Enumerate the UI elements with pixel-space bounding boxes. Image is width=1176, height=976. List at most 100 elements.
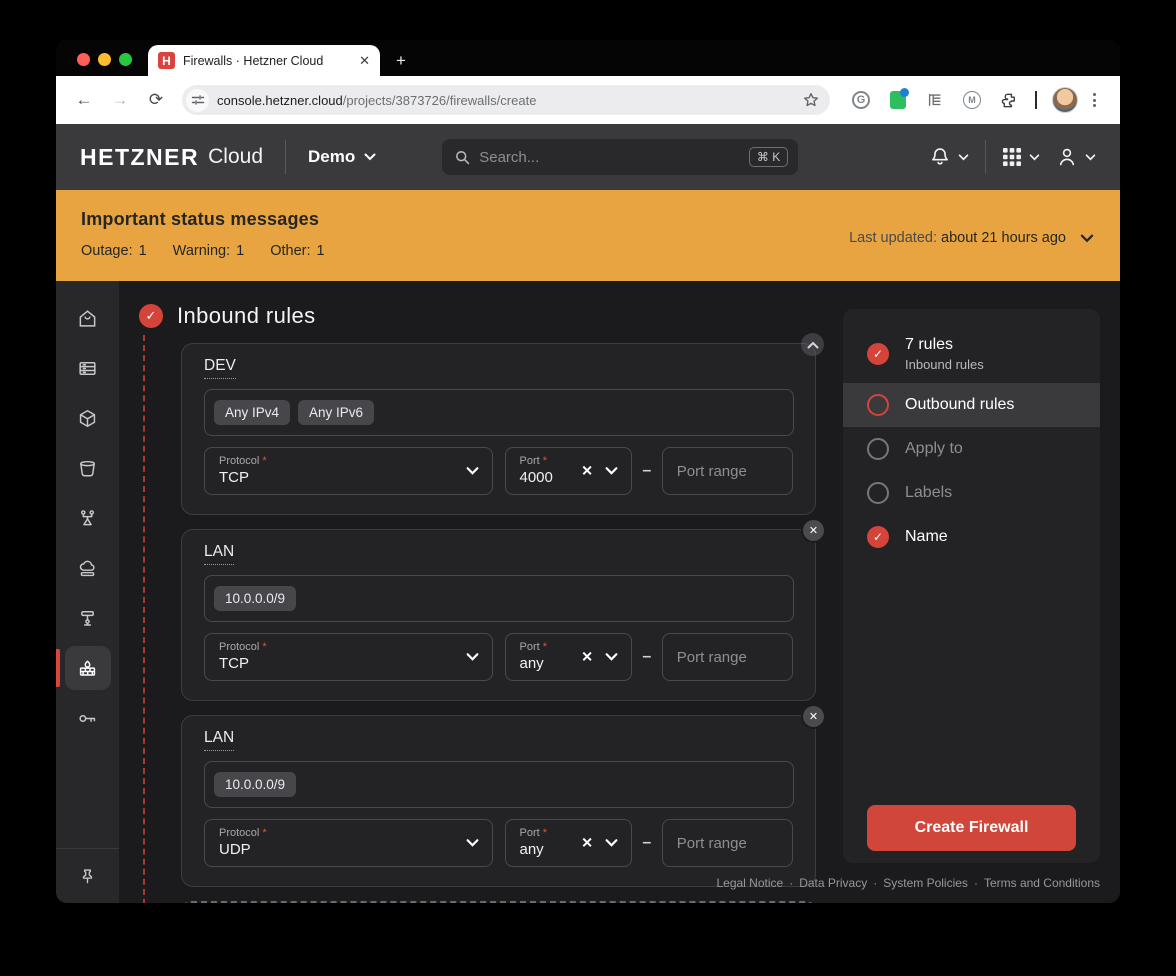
back-button[interactable]: ← xyxy=(70,86,98,114)
firewall-icon xyxy=(77,658,98,679)
account-menu[interactable] xyxy=(1056,146,1096,168)
step-outbound-rules[interactable]: Outbound rules xyxy=(843,383,1100,427)
rule-description-input[interactable]: LAN xyxy=(204,543,234,565)
sidebar-item-networks[interactable] xyxy=(56,593,119,643)
minimize-window-button[interactable] xyxy=(98,53,111,66)
reload-button[interactable]: ⟳ xyxy=(142,86,170,114)
port-range-field xyxy=(662,633,793,681)
footer-link-system-policies[interactable]: System Policies xyxy=(883,876,968,890)
step-inbound-rules[interactable]: ✓ 7 rules Inbound rules xyxy=(843,325,1100,383)
chevron-down-icon xyxy=(1085,154,1096,161)
source-chip[interactable]: Any IPv4 xyxy=(214,400,290,425)
hetzner-logo[interactable]: HETZNER xyxy=(80,144,199,171)
rule-description-input[interactable]: LAN xyxy=(204,729,234,751)
sidebar-item-load-balancers[interactable] xyxy=(56,493,119,543)
step-radio-icon xyxy=(867,394,889,416)
new-tab-button[interactable]: + xyxy=(396,52,406,69)
rule-sources-input[interactable]: Any IPv4 Any IPv6 xyxy=(204,389,794,436)
chevron-up-icon xyxy=(807,341,819,349)
step-name[interactable]: ✓ Name xyxy=(843,515,1100,559)
add-rule-dropzone[interactable] xyxy=(181,901,816,903)
create-firewall-button[interactable]: Create Firewall xyxy=(867,805,1076,851)
step-apply-to[interactable]: Apply to xyxy=(843,427,1100,471)
rule-description-input[interactable]: DEV xyxy=(204,357,236,379)
step-title: Apply to xyxy=(905,440,963,458)
tab-close-icon[interactable]: ✕ xyxy=(359,53,370,69)
source-chip[interactable]: 10.0.0.0/9 xyxy=(214,586,296,611)
global-search[interactable]: ⌘ K xyxy=(442,139,798,175)
list-extension-icon[interactable] xyxy=(924,89,946,111)
protocol-select[interactable]: Protocol * TCP xyxy=(204,447,493,495)
source-chip[interactable]: 10.0.0.0/9 xyxy=(214,772,296,797)
url-text: console.hetzner.cloud/projects/3873726/f… xyxy=(217,93,802,108)
sidebar-item-volumes[interactable] xyxy=(56,393,119,443)
apps-menu[interactable] xyxy=(1002,147,1040,167)
forward-button[interactable]: → xyxy=(106,86,134,114)
port-select[interactable]: Port * 4000 ✕ xyxy=(505,447,632,495)
port-select[interactable]: Port * any ✕ xyxy=(505,819,632,867)
profile-avatar[interactable] xyxy=(1052,87,1078,113)
clear-port-icon[interactable]: ✕ xyxy=(581,835,593,852)
address-bar[interactable]: console.hetzner.cloud/projects/3873726/f… xyxy=(182,85,830,115)
search-input[interactable] xyxy=(479,149,749,166)
required-mark: * xyxy=(262,455,266,467)
port-range-dash: – xyxy=(632,462,662,480)
person-icon xyxy=(1056,146,1078,168)
protocol-select[interactable]: Protocol * UDP xyxy=(204,819,493,867)
rule-sources-input[interactable]: 10.0.0.0/9 xyxy=(204,575,794,622)
browser-tab[interactable]: H Firewalls · Hetzner Cloud ✕ xyxy=(148,45,380,76)
port-range-input[interactable] xyxy=(663,634,792,680)
sidebar-item-home[interactable] xyxy=(56,293,119,343)
clear-port-icon[interactable]: ✕ xyxy=(581,649,593,666)
step-title: Labels xyxy=(905,484,952,502)
source-chip[interactable]: Any IPv6 xyxy=(298,400,374,425)
sidebar-item-storage[interactable] xyxy=(56,443,119,493)
site-info-icon[interactable] xyxy=(186,89,209,112)
step-labels[interactable]: Labels xyxy=(843,471,1100,515)
port-range-input[interactable] xyxy=(663,820,792,866)
sidebar-item-ssh-keys[interactable] xyxy=(56,693,119,743)
footer-link-legal-notice[interactable]: Legal Notice xyxy=(716,876,783,890)
sidebar-item-servers[interactable] xyxy=(56,343,119,393)
required-mark: * xyxy=(262,641,266,653)
banner-expand[interactable]: Last updated: about 21 hours ago xyxy=(849,230,1094,246)
extensions-puzzle-icon[interactable] xyxy=(998,89,1020,111)
rule-controls: Protocol * TCP Port * 4000 ✕ – xyxy=(204,447,793,495)
chevron-down-icon xyxy=(364,153,376,161)
remove-rule-button[interactable]: ✕ xyxy=(803,520,824,541)
evernote-extension-icon[interactable] xyxy=(887,89,909,111)
clear-port-icon[interactable]: ✕ xyxy=(581,463,593,480)
footer-link-data-privacy[interactable]: Data Privacy xyxy=(799,876,867,890)
remove-rule-button[interactable]: ✕ xyxy=(803,706,824,727)
close-window-button[interactable] xyxy=(77,53,90,66)
wizard-connector-line xyxy=(143,335,145,903)
protocol-select[interactable]: Protocol * TCP xyxy=(204,633,493,681)
protocol-value: UDP xyxy=(219,841,478,858)
url-path: /projects/3873726/firewalls/create xyxy=(343,93,537,108)
port-select[interactable]: Port * any ✕ xyxy=(505,633,632,681)
browser-menu-icon[interactable] xyxy=(1093,93,1096,107)
port-range-input[interactable] xyxy=(663,448,792,494)
chevron-down-icon xyxy=(466,653,479,662)
footer-link-terms[interactable]: Terms and Conditions xyxy=(984,876,1100,890)
sidebar-item-firewalls[interactable] xyxy=(56,643,119,693)
chevron-down-icon xyxy=(605,653,618,662)
grammarly-extension-icon[interactable]: G xyxy=(850,89,872,111)
bell-icon xyxy=(929,146,951,168)
rule-sources-input[interactable]: 10.0.0.0/9 xyxy=(204,761,794,808)
load-balancer-icon xyxy=(77,508,98,529)
protocol-label: Protocol xyxy=(219,827,259,839)
collapse-rule-button[interactable] xyxy=(801,333,824,356)
pin-sidebar-button[interactable] xyxy=(78,849,97,903)
cloud-icon xyxy=(77,558,98,579)
maximize-window-button[interactable] xyxy=(119,53,132,66)
chevron-down-icon xyxy=(605,839,618,848)
browser-toolbar: ← → ⟳ console.hetzner.cloud/projects/387… xyxy=(56,76,1120,124)
monogram-extension-icon[interactable]: M xyxy=(961,89,983,111)
banner-title: Important status messages xyxy=(81,209,1095,230)
notifications-menu[interactable] xyxy=(929,146,969,168)
project-switcher[interactable]: Demo xyxy=(308,147,376,167)
browser-tab-bar: H Firewalls · Hetzner Cloud ✕ + xyxy=(56,40,1120,76)
bookmark-star-icon[interactable] xyxy=(802,91,820,109)
sidebar-item-images[interactable] xyxy=(56,543,119,593)
